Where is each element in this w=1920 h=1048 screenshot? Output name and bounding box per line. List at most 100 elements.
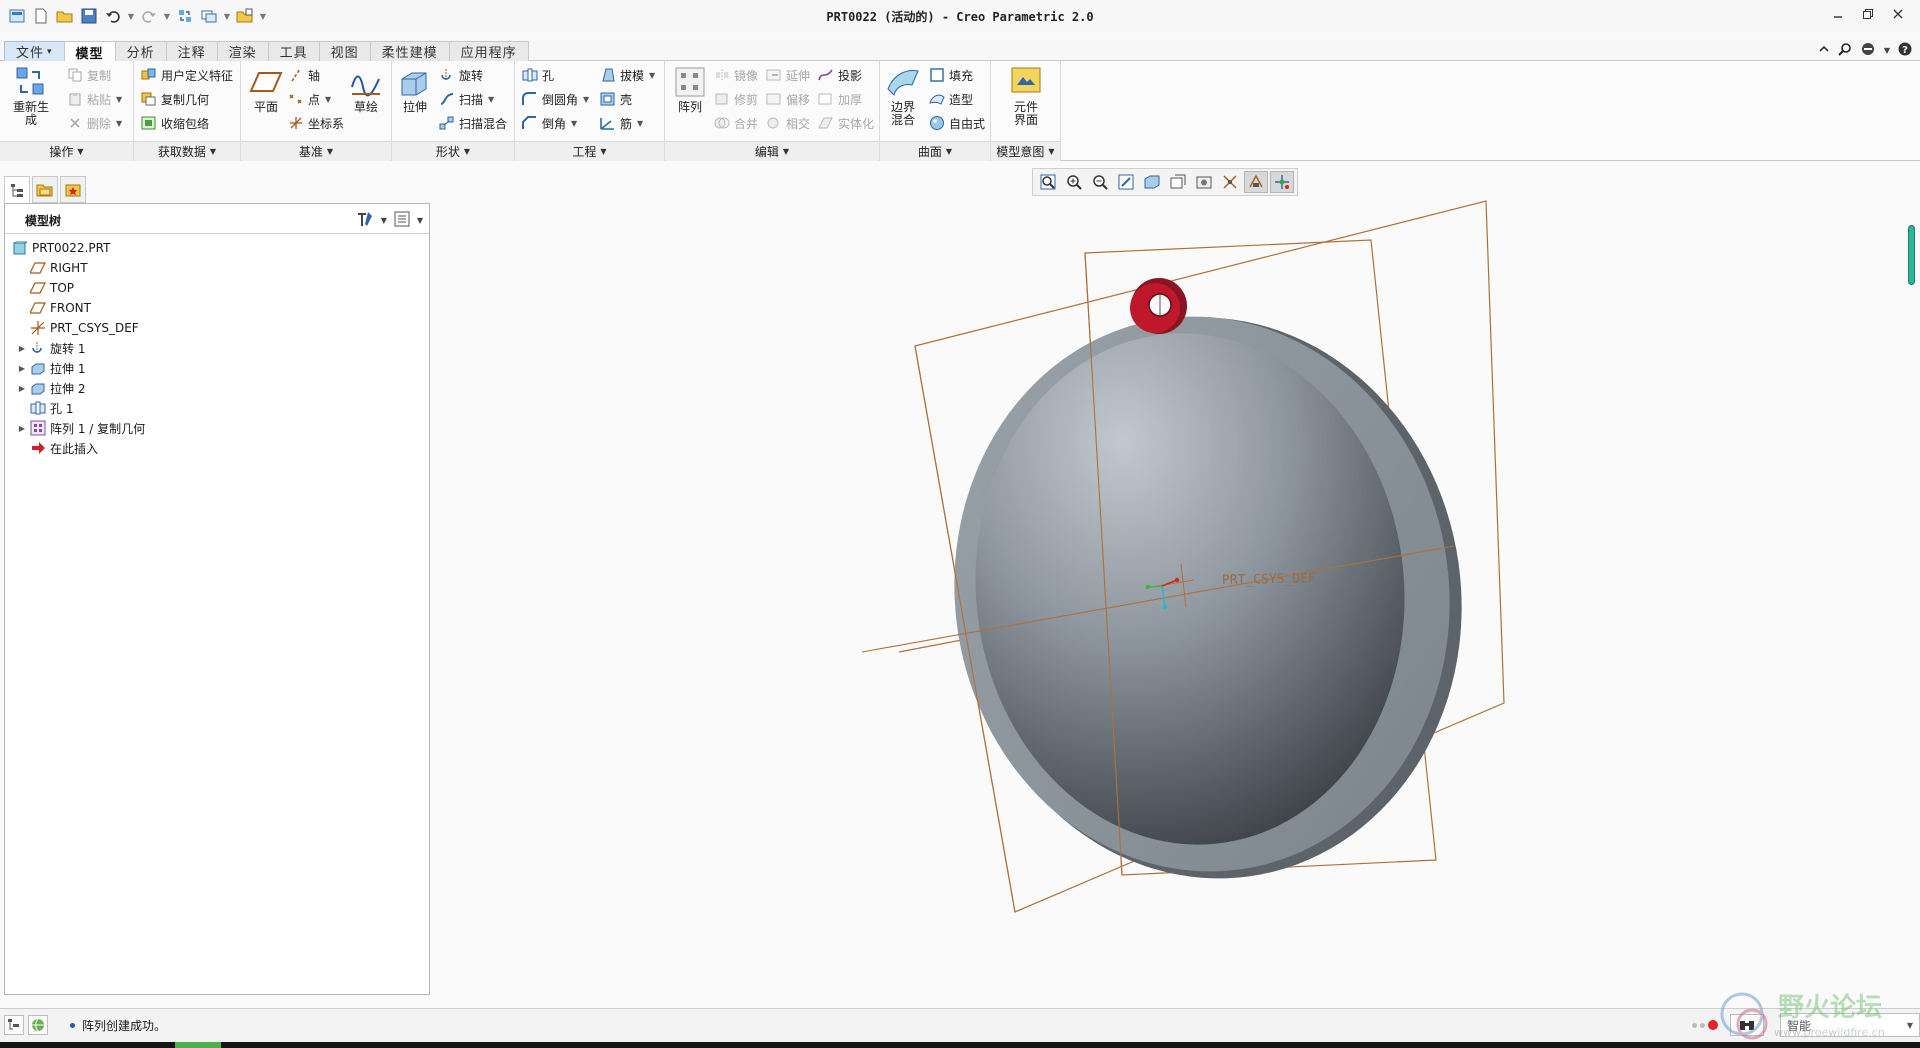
tree-item-label: 拉伸 1 [50,361,86,376]
tab-4[interactable]: 渲染 [216,41,269,61]
tree-item[interactable]: 在此插入 [5,438,429,458]
tab-3[interactable]: 注释 [165,41,218,61]
group-surfaces-footer[interactable]: 曲面 ▼ [880,141,990,161]
draft-button[interactable]: 拔模 ▼ [599,65,655,85]
tab-0[interactable]: 文件 ▾ [4,41,65,61]
csys-button[interactable]: 坐标系 [287,113,344,133]
group-editing-footer[interactable]: 编辑 ▼ [665,141,879,161]
show-options-dropdown-icon[interactable]: ▼ [417,216,423,225]
group-shapes-footer[interactable]: 形状 ▼ [392,141,514,161]
merge-button[interactable]: 合并 [713,113,758,133]
collapse-ribbon-icon[interactable] [1818,43,1830,58]
style-button[interactable]: 造型 [928,89,973,109]
group-operations-footer[interactable]: 操作 ▼ [0,141,133,161]
pattern-button[interactable]: 阵列 [667,65,713,114]
model-tree-tab[interactable] [4,176,30,203]
trim-button[interactable]: 修剪 [713,89,758,109]
hanging-hook[interactable] [1130,278,1187,334]
tree-item[interactable]: FRONT [5,298,429,318]
thicken-icon [817,90,835,108]
tab-7[interactable]: 柔性建模 [369,41,450,61]
tab-6[interactable]: 视图 [318,41,371,61]
tree-settings-dropdown-icon[interactable]: ▼ [381,216,387,225]
copy-geometry-button[interactable]: 复制几何 [140,89,209,109]
fill-button[interactable]: 填充 [928,65,973,85]
favorites-tab[interactable] [60,176,86,203]
round-button[interactable]: 倒圆角 ▼ [521,89,589,109]
copy-button[interactable]: 复制 [66,65,111,85]
find-icon[interactable] [1730,1014,1764,1036]
sweep-button[interactable]: 扫描 ▼ [438,89,494,109]
community-dropdown-icon[interactable]: ▼ [1884,46,1890,55]
regenerate-button[interactable]: 重新生成 [8,65,54,127]
mirror-button[interactable]: 镜像 [713,65,758,85]
swept-blend-button[interactable]: 扫描混合 [438,113,507,133]
datum-plane-icon [249,65,283,99]
delete-icon [66,114,84,132]
close-icon[interactable] [1890,6,1906,22]
group-design-intent: 元件 界面 模型意图 ▼ [991,61,1061,161]
tree-item[interactable]: ▶ 拉伸 1 [5,358,429,378]
folder-browser-tab[interactable] [32,176,58,203]
tree-item-label: RIGHT [50,261,88,275]
folder-browser-icon [36,184,53,196]
minimize-icon[interactable] [1830,6,1846,22]
project-button[interactable]: 投影 [817,65,862,85]
expand-arrow-icon[interactable]: ▶ [15,424,29,433]
tree-item[interactable]: 孔 1 [5,398,429,418]
offset-button[interactable]: 偏移 [765,89,810,109]
tab-1[interactable]: 模型 [63,41,116,62]
udf-button[interactable]: 用户定义特征 [140,65,233,85]
axis-button[interactable]: 轴 [287,65,320,85]
tree-item[interactable]: PRT0022.PRT [5,238,429,258]
point-button[interactable]: 点 ▼ [287,89,331,109]
offset-icon [765,90,783,108]
restore-icon[interactable] [1860,6,1876,22]
group-datum-footer[interactable]: 基准 ▼ [241,141,391,161]
shell-button[interactable]: 壳 [599,89,632,109]
tree-item[interactable]: ▶ 阵列 1 / 复制几何 [5,418,429,438]
paste-button[interactable]: 粘贴 ▼ [66,89,122,109]
boundary-blend-button[interactable]: 边界 混合 [880,65,926,127]
selection-filter[interactable]: 智能 ▼ [1780,1013,1920,1037]
plane-button[interactable]: 平面 [243,65,289,114]
solidify-button[interactable]: 实体化 [817,113,874,133]
freestyle-button[interactable]: 自由式 [928,113,985,133]
tree-item[interactable]: PRT_CSYS_DEF [5,318,429,338]
group-design-intent-footer[interactable]: 模型意图 ▼ [991,141,1060,161]
tree-item[interactable]: ▶ 拉伸 2 [5,378,429,398]
tree-item[interactable]: ▶ 旋转 1 [5,338,429,358]
sketch-icon [349,65,383,99]
shrinkwrap-button[interactable]: 收缩包络 [140,113,209,133]
tree-item[interactable]: TOP [5,278,429,298]
tab-2[interactable]: 分析 [114,41,167,61]
thicken-button[interactable]: 加厚 [817,89,862,109]
group-get-data-footer[interactable]: 获取数据 ▼ [134,141,240,161]
revolve-button[interactable]: 旋转 [438,65,483,85]
show-options-icon[interactable] [393,210,411,231]
chamfer-button[interactable]: 倒角 ▼ [521,113,577,133]
freestyle-icon [928,114,946,132]
sketch-button[interactable]: 草绘 [343,65,389,114]
extend-button[interactable]: 延伸 [765,65,810,85]
component-interface-button[interactable]: 元件 界面 [1003,65,1049,127]
community-icon[interactable] [1860,42,1876,59]
hole-button[interactable]: 孔 [521,65,554,85]
group-engineering-footer[interactable]: 工程 ▼ [515,141,664,161]
tree-item[interactable]: RIGHT [5,258,429,278]
expand-arrow-icon[interactable]: ▶ [15,344,29,353]
extrude-button[interactable]: 拉伸 [392,65,438,114]
graphics-viewport[interactable]: PRT_CSYS_DEF [432,162,1902,1006]
tab-5[interactable]: 工具 [267,41,320,61]
toggle-navigator-icon[interactable] [4,1015,24,1035]
toggle-browser-icon[interactable] [28,1015,48,1035]
expand-arrow-icon[interactable]: ▶ [15,384,29,393]
delete-button[interactable]: 删除 ▼ [66,113,122,133]
tab-8[interactable]: 应用程序 [448,41,529,61]
search-icon[interactable] [1838,42,1852,59]
rib-button[interactable]: 筋 ▼ [599,113,643,133]
intersect-button[interactable]: 相交 [765,113,810,133]
help-icon[interactable]: ? [1898,42,1912,59]
tree-settings-icon[interactable] [355,210,375,231]
expand-arrow-icon[interactable]: ▶ [15,364,29,373]
